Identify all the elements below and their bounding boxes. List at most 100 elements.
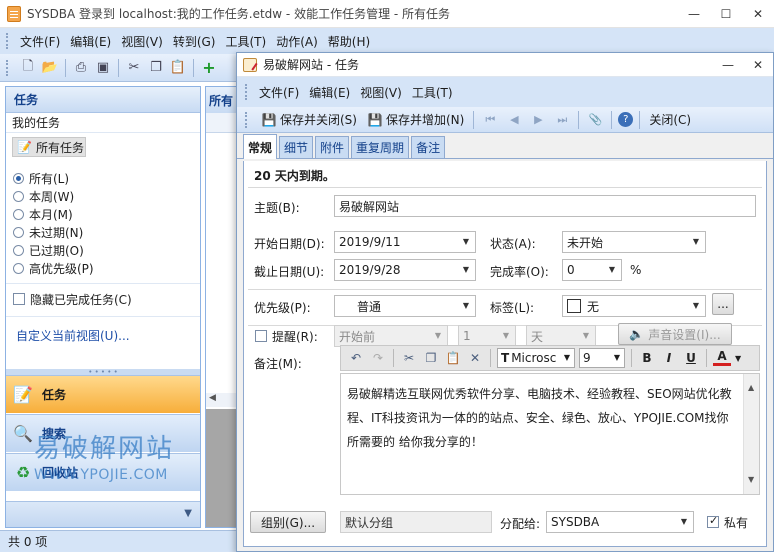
start-date-picker[interactable]: 2019/9/11 ▼	[334, 231, 476, 253]
menu-tools[interactable]: 工具(T)	[220, 33, 271, 50]
nav-button-tasks[interactable]: 📝 任务	[6, 375, 200, 413]
radio-icon[interactable]	[13, 244, 24, 256]
private-checkbox[interactable]: 私有	[700, 511, 748, 533]
menu-edit[interactable]: 编辑(E)	[65, 33, 116, 50]
filter-overdue[interactable]: 已过期(O)	[6, 241, 200, 259]
notes-textarea[interactable]: 易破解精选互联网优秀软件分享、电脑技术、经验教程、SEO网站优化教程、IT科技资…	[340, 373, 760, 495]
print-icon[interactable]: ⎙	[72, 59, 90, 77]
nav-configure-chevron-icon[interactable]: ▼	[6, 501, 200, 527]
dialog-menu-file[interactable]: 文件(F)	[254, 84, 304, 101]
percent-stepper[interactable]: 0 ▼	[562, 259, 622, 281]
help-icon[interactable]: ?	[618, 112, 634, 127]
minimize-icon[interactable]: —	[678, 0, 710, 28]
filter-high-priority[interactable]: 高优先级(P)	[6, 259, 200, 277]
checkbox-box[interactable]	[13, 293, 25, 305]
menubar-grip[interactable]	[6, 33, 9, 49]
customize-view-link[interactable]: 自定义当前视图(U)...	[6, 327, 200, 344]
tag-select[interactable]: 无 ▼	[562, 295, 706, 317]
undo-icon[interactable]: ↶	[347, 349, 365, 367]
clear-icon[interactable]: ✕	[466, 349, 484, 367]
filter-not-overdue[interactable]: 未过期(N)	[6, 223, 200, 241]
tab-general[interactable]: 常规	[243, 134, 278, 159]
dropdown-arrow-icon[interactable]: ▼	[693, 301, 699, 310]
toolbar-grip[interactable]	[6, 59, 9, 76]
menu-view[interactable]: 视图(V)	[116, 33, 168, 50]
dropdown-arrow-icon[interactable]: ▼	[614, 353, 620, 362]
radio-icon[interactable]	[13, 172, 24, 184]
open-folder-icon[interactable]: 📂	[41, 59, 59, 77]
priority-select[interactable]: 普通 ▼	[334, 295, 476, 317]
dropdown-arrow-icon[interactable]: ▼	[463, 237, 469, 246]
close-icon[interactable]: ✕	[742, 0, 774, 28]
menubar-grip[interactable]	[245, 84, 248, 100]
remind-when-select[interactable]: 开始前 ▼	[334, 325, 448, 347]
all-tasks-button[interactable]: 📝 所有任务	[12, 137, 86, 157]
dropdown-arrow-icon[interactable]: ▼	[503, 331, 509, 340]
remind-unit-select[interactable]: 天 ▼	[526, 325, 596, 347]
tab-notes[interactable]: 备注	[411, 136, 446, 158]
list-column-header[interactable]	[206, 113, 240, 133]
menu-actions[interactable]: 动作(A)	[271, 33, 323, 50]
dropdown-arrow-icon[interactable]: ▼	[609, 265, 615, 274]
dialog-menu-tools[interactable]: 工具(T)	[407, 84, 458, 101]
italic-button[interactable]: I	[660, 351, 678, 365]
dialog-minimize-icon[interactable]: —	[713, 53, 743, 77]
hide-completed-checkbox[interactable]: 隐藏已完成任务(C)	[6, 288, 200, 310]
paste-icon[interactable]: 📋	[169, 59, 187, 77]
menu-goto[interactable]: 转到(G)	[168, 33, 221, 50]
list-hscroll-left-icon[interactable]: ◀	[206, 393, 240, 407]
font-name-select[interactable]: T Microsc ▼	[497, 348, 575, 368]
add-icon[interactable]: +	[200, 58, 218, 77]
nav-button-recycle[interactable]: ♻ 回收站	[6, 453, 200, 491]
radio-icon[interactable]	[13, 226, 24, 238]
close-button[interactable]: 关闭(C)	[646, 111, 694, 128]
previous-record-icon[interactable]: ◀	[504, 113, 524, 126]
dropdown-arrow-icon[interactable]: ▼	[463, 265, 469, 274]
dropdown-arrow-icon[interactable]: ▼	[681, 517, 687, 526]
dialog-menu-edit[interactable]: 编辑(E)	[304, 84, 355, 101]
nav-button-search[interactable]: 🔍 搜索	[6, 414, 200, 452]
copy-icon[interactable]: ❐	[422, 349, 440, 367]
sound-settings-button[interactable]: 🔈 声音设置(I)...	[618, 323, 732, 345]
radio-icon[interactable]	[13, 262, 24, 274]
radio-icon[interactable]	[13, 208, 24, 220]
dropdown-arrow-icon[interactable]: ▼	[564, 353, 570, 362]
filter-this-month[interactable]: 本月(M)	[6, 205, 200, 223]
notes-scrollbar[interactable]: ▲ ▼	[743, 374, 759, 494]
assign-select[interactable]: SYSDBA ▼	[546, 511, 694, 533]
checkbox-box[interactable]	[255, 330, 267, 342]
new-document-icon[interactable]: 🗋	[19, 59, 37, 77]
cut-icon[interactable]: ✂	[400, 349, 418, 367]
bold-button[interactable]: B	[638, 351, 656, 365]
font-size-select[interactable]: 9 ▼	[579, 348, 625, 368]
filter-all[interactable]: 所有(L)	[6, 169, 200, 187]
last-record-icon[interactable]: ⏭	[552, 113, 572, 127]
dropdown-arrow-icon[interactable]: ▼	[435, 331, 441, 340]
next-record-icon[interactable]: ▶	[528, 113, 548, 126]
filter-this-week[interactable]: 本周(W)	[6, 187, 200, 205]
radio-icon[interactable]	[13, 190, 24, 202]
toolbar-grip[interactable]	[245, 111, 248, 128]
dropdown-arrow-icon[interactable]: ▼	[693, 237, 699, 246]
first-record-icon[interactable]: ⏮	[480, 113, 500, 127]
redo-icon[interactable]: ↷	[369, 349, 387, 367]
copy-icon[interactable]: ❐	[147, 59, 165, 77]
dropdown-arrow-icon[interactable]: ▼	[583, 331, 589, 340]
tab-recurrence[interactable]: 重复周期	[351, 136, 410, 158]
cut-icon[interactable]: ✂	[125, 59, 143, 77]
underline-button[interactable]: U	[682, 351, 700, 365]
dialog-menu-view[interactable]: 视图(V)	[355, 84, 407, 101]
menu-file[interactable]: 文件(F)	[15, 33, 65, 50]
paste-icon[interactable]: 📋	[444, 349, 462, 367]
font-color-button[interactable]: A	[713, 350, 731, 366]
attachment-icon[interactable]: 📎	[585, 113, 605, 126]
tab-attachments[interactable]: 附件	[315, 136, 350, 158]
tab-details[interactable]: 细节	[279, 136, 314, 158]
scroll-down-icon[interactable]: ▼	[748, 468, 754, 492]
print-preview-icon[interactable]: ▣	[94, 59, 112, 77]
remind-count-select[interactable]: 1 ▼	[458, 325, 516, 347]
status-select[interactable]: 未开始 ▼	[562, 231, 706, 253]
remind-checkbox[interactable]: 提醒(R):	[248, 325, 318, 347]
tag-more-button[interactable]: ...	[712, 293, 734, 315]
maximize-icon[interactable]: ☐	[710, 0, 742, 28]
